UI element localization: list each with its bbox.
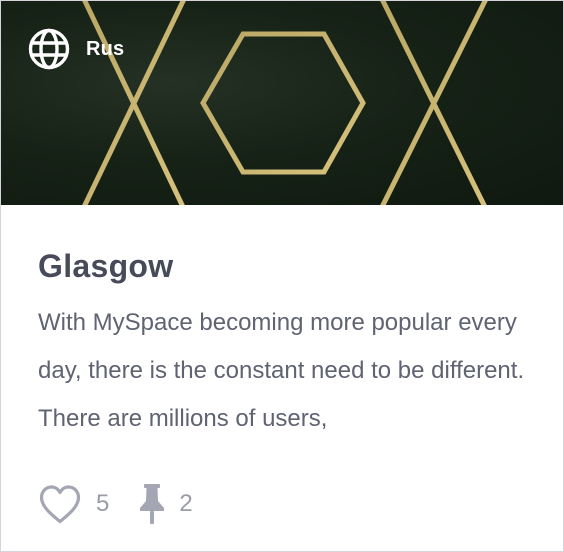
card-title[interactable]: Glasgow — [38, 205, 526, 285]
like-button[interactable]: 5 — [38, 484, 109, 524]
likes-count: 5 — [96, 490, 110, 517]
language-label: Rus — [86, 37, 125, 60]
pins-count: 2 — [179, 490, 193, 517]
card-stats: 5 2 — [38, 479, 193, 529]
heart-icon — [39, 485, 81, 524]
card-description: With MySpace becoming more popular every… — [38, 309, 525, 432]
globe-icon — [28, 28, 70, 70]
language-selector[interactable]: Rus — [28, 28, 124, 70]
card-content: Glasgow With MySpace becoming more popul… — [38, 205, 526, 443]
city-card[interactable]: Rus Glasgow With MySpace becoming more p… — [0, 0, 564, 552]
pin-button[interactable]: 2 — [139, 483, 193, 525]
card-banner: Rus — [1, 1, 563, 205]
pushpin-icon — [140, 484, 165, 524]
